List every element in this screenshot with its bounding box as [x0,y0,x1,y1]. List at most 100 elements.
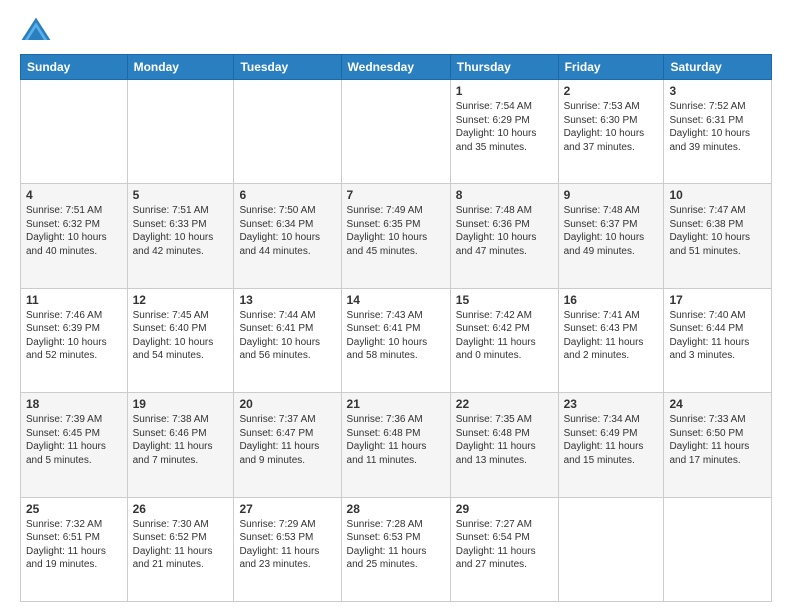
calendar-cell: 14 Sunrise: 7:43 AM Sunset: 6:41 PM Dayli… [341,288,450,392]
day-number: 14 [347,293,445,307]
day-info: Sunrise: 7:43 AM Sunset: 6:41 PM Dayligh… [347,309,445,363]
calendar-cell: 18Sunrise: 7:39 AM Sunset: 6:45 PM Dayli… [21,393,128,497]
calendar-cell: 17 Sunrise: 7:40 AM Sunset: 6:44 PM Dayli… [664,288,772,392]
day-info: Sunrise: 7:30 AM Sunset: 6:52 PM Dayligh… [133,518,229,572]
day-number: 4 [26,188,122,202]
day-number: 1 [456,84,553,98]
day-number: 24 [669,397,766,411]
week-row-4: 25 Sunrise: 7:32 AM Sunset: 6:51 PM Dayli… [21,497,772,601]
day-number: 8 [456,188,553,202]
header [20,16,772,44]
day-number: 7 [347,188,445,202]
calendar-cell: 28 Sunrise: 7:28 AM Sunset: 6:53 PM Dayli… [341,497,450,601]
week-row-3: 18Sunrise: 7:39 AM Sunset: 6:45 PM Dayli… [21,393,772,497]
day-info: Sunrise: 7:45 AM Sunset: 6:40 PM Dayligh… [133,309,229,363]
calendar-table: SundayMondayTuesdayWednesdayThursdayFrid… [20,54,772,602]
day-number: 25 [26,502,122,516]
header-day-thursday: Thursday [450,55,558,80]
day-info: Sunrise: 7:46 AM Sunset: 6:39 PM Dayligh… [26,309,122,363]
calendar-cell [21,80,128,184]
day-number: 6 [239,188,335,202]
day-number: 19 [133,397,229,411]
day-number: 2 [564,84,659,98]
day-info: Sunrise: 7:36 AM Sunset: 6:48 PM Dayligh… [347,413,445,467]
header-day-friday: Friday [558,55,664,80]
calendar-cell: 24 Sunrise: 7:33 AM Sunset: 6:50 PM Dayli… [664,393,772,497]
day-number: 28 [347,502,445,516]
day-number: 3 [669,84,766,98]
day-number: 27 [239,502,335,516]
calendar-cell: 9 Sunrise: 7:48 AM Sunset: 6:37 PM Daylig… [558,184,664,288]
day-info: Sunrise: 7:48 AM Sunset: 6:36 PM Dayligh… [456,204,553,258]
day-number: 20 [239,397,335,411]
day-info: Sunrise: 7:44 AM Sunset: 6:41 PM Dayligh… [239,309,335,363]
day-info: Sunrise: 7:53 AM Sunset: 6:30 PM Dayligh… [564,100,659,154]
calendar-cell: 26 Sunrise: 7:30 AM Sunset: 6:52 PM Dayli… [127,497,234,601]
day-number: 26 [133,502,229,516]
day-info: Sunrise: 7:48 AM Sunset: 6:37 PM Dayligh… [564,204,659,258]
day-info: Sunrise: 7:49 AM Sunset: 6:35 PM Dayligh… [347,204,445,258]
logo [20,16,56,44]
day-info: Sunrise: 7:38 AM Sunset: 6:46 PM Dayligh… [133,413,229,467]
day-info: Sunrise: 7:52 AM Sunset: 6:31 PM Dayligh… [669,100,766,154]
day-info: Sunrise: 7:28 AM Sunset: 6:53 PM Dayligh… [347,518,445,572]
day-number: 11 [26,293,122,307]
header-day-monday: Monday [127,55,234,80]
calendar-cell: 6Sunrise: 7:50 AM Sunset: 6:34 PM Daylig… [234,184,341,288]
day-info: Sunrise: 7:37 AM Sunset: 6:47 PM Dayligh… [239,413,335,467]
calendar-cell: 15 Sunrise: 7:42 AM Sunset: 6:42 PM Dayli… [450,288,558,392]
week-row-2: 11 Sunrise: 7:46 AM Sunset: 6:39 PM Dayli… [21,288,772,392]
calendar-cell: 19 Sunrise: 7:38 AM Sunset: 6:46 PM Dayli… [127,393,234,497]
calendar-cell: 16 Sunrise: 7:41 AM Sunset: 6:43 PM Dayli… [558,288,664,392]
calendar-cell: 29Sunrise: 7:27 AM Sunset: 6:54 PM Dayli… [450,497,558,601]
day-info: Sunrise: 7:41 AM Sunset: 6:43 PM Dayligh… [564,309,659,363]
header-day-saturday: Saturday [664,55,772,80]
logo-icon [20,16,52,44]
calendar-cell: 3 Sunrise: 7:52 AM Sunset: 6:31 PM Daylig… [664,80,772,184]
week-row-0: 1 Sunrise: 7:54 AM Sunset: 6:29 PM Daylig… [21,80,772,184]
day-number: 13 [239,293,335,307]
day-number: 23 [564,397,659,411]
calendar-cell: 4Sunrise: 7:51 AM Sunset: 6:32 PM Daylig… [21,184,128,288]
day-number: 22 [456,397,553,411]
day-info: Sunrise: 7:40 AM Sunset: 6:44 PM Dayligh… [669,309,766,363]
day-number: 16 [564,293,659,307]
day-number: 17 [669,293,766,307]
calendar-cell: 21 Sunrise: 7:36 AM Sunset: 6:48 PM Dayli… [341,393,450,497]
header-day-sunday: Sunday [21,55,128,80]
day-info: Sunrise: 7:51 AM Sunset: 6:33 PM Dayligh… [133,204,229,258]
calendar-cell: 2 Sunrise: 7:53 AM Sunset: 6:30 PM Daylig… [558,80,664,184]
day-info: Sunrise: 7:33 AM Sunset: 6:50 PM Dayligh… [669,413,766,467]
page: SundayMondayTuesdayWednesdayThursdayFrid… [0,0,792,612]
day-number: 21 [347,397,445,411]
calendar-cell: 13 Sunrise: 7:44 AM Sunset: 6:41 PM Dayli… [234,288,341,392]
calendar-cell: 12Sunrise: 7:45 AM Sunset: 6:40 PM Dayli… [127,288,234,392]
calendar-cell: 8 Sunrise: 7:48 AM Sunset: 6:36 PM Daylig… [450,184,558,288]
day-info: Sunrise: 7:47 AM Sunset: 6:38 PM Dayligh… [669,204,766,258]
header-row: SundayMondayTuesdayWednesdayThursdayFrid… [21,55,772,80]
day-info: Sunrise: 7:39 AM Sunset: 6:45 PM Dayligh… [26,413,122,467]
day-info: Sunrise: 7:54 AM Sunset: 6:29 PM Dayligh… [456,100,553,154]
day-info: Sunrise: 7:29 AM Sunset: 6:53 PM Dayligh… [239,518,335,572]
calendar-cell: 11 Sunrise: 7:46 AM Sunset: 6:39 PM Dayli… [21,288,128,392]
day-info: Sunrise: 7:27 AM Sunset: 6:54 PM Dayligh… [456,518,553,572]
calendar-cell [341,80,450,184]
day-number: 5 [133,188,229,202]
calendar-cell: 7 Sunrise: 7:49 AM Sunset: 6:35 PM Daylig… [341,184,450,288]
week-row-1: 4Sunrise: 7:51 AM Sunset: 6:32 PM Daylig… [21,184,772,288]
calendar-cell: 5 Sunrise: 7:51 AM Sunset: 6:33 PM Daylig… [127,184,234,288]
calendar-cell [558,497,664,601]
day-info: Sunrise: 7:35 AM Sunset: 6:48 PM Dayligh… [456,413,553,467]
calendar-cell: 23 Sunrise: 7:34 AM Sunset: 6:49 PM Dayli… [558,393,664,497]
calendar-cell [127,80,234,184]
day-info: Sunrise: 7:34 AM Sunset: 6:49 PM Dayligh… [564,413,659,467]
header-day-wednesday: Wednesday [341,55,450,80]
day-number: 9 [564,188,659,202]
calendar-cell [664,497,772,601]
day-number: 10 [669,188,766,202]
day-number: 15 [456,293,553,307]
day-info: Sunrise: 7:32 AM Sunset: 6:51 PM Dayligh… [26,518,122,572]
calendar-cell: 27 Sunrise: 7:29 AM Sunset: 6:53 PM Dayli… [234,497,341,601]
calendar-cell: 10 Sunrise: 7:47 AM Sunset: 6:38 PM Dayli… [664,184,772,288]
day-info: Sunrise: 7:42 AM Sunset: 6:42 PM Dayligh… [456,309,553,363]
